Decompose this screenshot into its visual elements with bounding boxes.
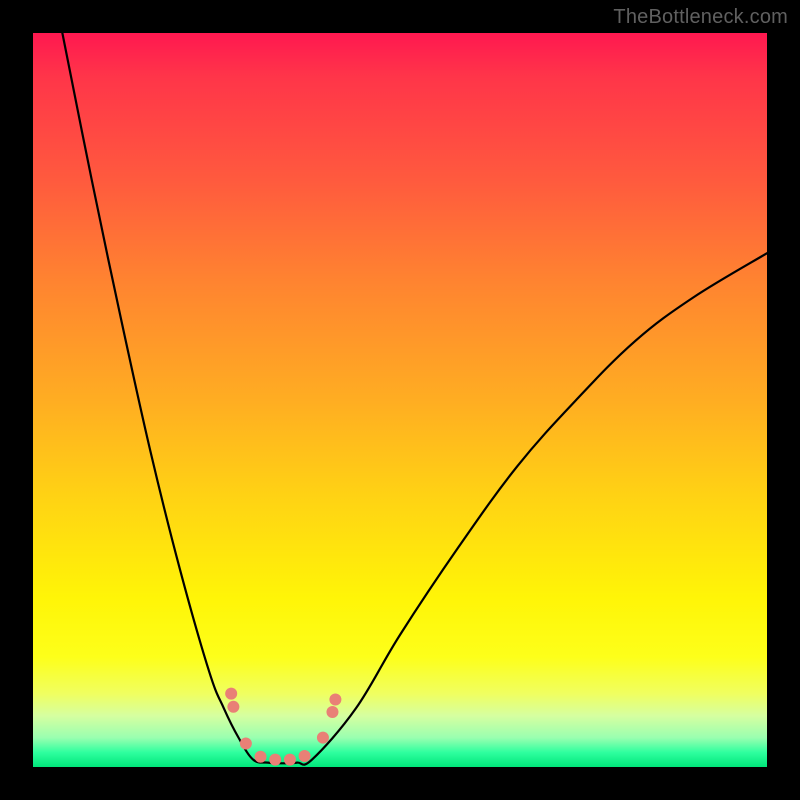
valley-marker bbox=[225, 688, 237, 700]
bottleneck-curve bbox=[33, 33, 767, 767]
valley-marker bbox=[299, 750, 311, 762]
valley-marker bbox=[269, 754, 281, 766]
plot-area bbox=[33, 33, 767, 767]
valley-marker bbox=[284, 754, 296, 766]
valley-marker bbox=[255, 751, 267, 763]
valley-marker bbox=[329, 693, 341, 705]
curve-path bbox=[62, 33, 767, 765]
valley-marker bbox=[317, 732, 329, 744]
valley-marker bbox=[227, 701, 239, 713]
attribution-text: TheBottleneck.com bbox=[613, 6, 788, 29]
chart-frame: TheBottleneck.com bbox=[0, 0, 800, 800]
valley-marker bbox=[326, 706, 338, 718]
valley-marker bbox=[240, 738, 252, 750]
valley-markers bbox=[225, 688, 341, 766]
